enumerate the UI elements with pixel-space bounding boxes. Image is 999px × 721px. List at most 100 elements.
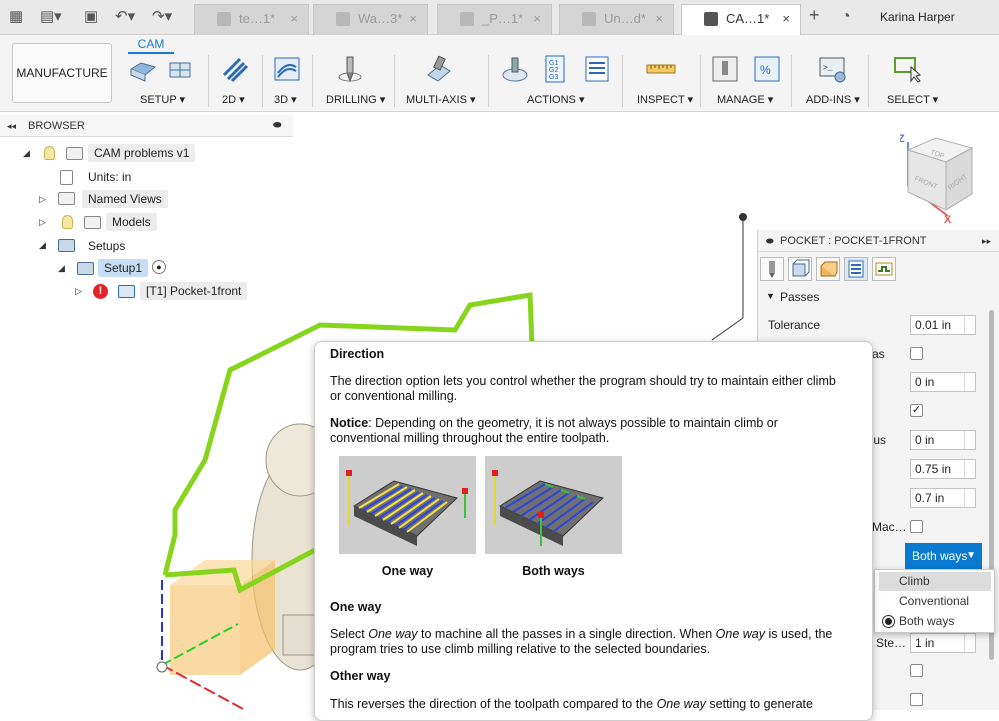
document-icon (460, 12, 474, 26)
value-input[interactable]: 0.7 in (910, 488, 976, 508)
divider (208, 55, 209, 107)
divider (394, 55, 395, 107)
direction-help-tooltip: Direction The direction option lets you … (314, 341, 873, 721)
option-checkbox[interactable] (910, 520, 923, 533)
document-tab[interactable]: Wa…3* × (313, 4, 428, 35)
redo-icon[interactable]: ↷▾ (152, 9, 172, 25)
document-tab[interactable]: te…1* × (194, 4, 309, 35)
close-icon[interactable]: × (533, 5, 541, 33)
tool-icon (769, 261, 775, 278)
section-passes[interactable]: Passes (780, 290, 819, 304)
stepover-input[interactable]: 1 in (910, 633, 976, 653)
option-climb[interactable]: Climb (879, 572, 991, 591)
select-group[interactable]: SELECT ▾ (887, 93, 938, 106)
setup-icon[interactable] (128, 55, 158, 83)
dialog-header: ⬬ POCKET : POCKET-1FRONT ▸▸ (758, 230, 999, 252)
tolerance-input[interactable]: 0.01 in (910, 315, 976, 335)
measure-icon[interactable] (646, 55, 676, 83)
close-icon[interactable]: × (290, 5, 298, 33)
save-icon[interactable]: ▣ (84, 9, 98, 25)
close-icon[interactable]: × (782, 5, 790, 33)
section-collapse-icon[interactable]: ▼ (766, 291, 775, 301)
viewcube-x-label: X (944, 214, 952, 224)
post-process-icon[interactable]: G1G2G3 (540, 55, 570, 83)
dialog-menu-icon[interactable]: ⬬ (766, 230, 774, 252)
expand-icon[interactable]: ▸▸ (982, 230, 991, 252)
tab-passes[interactable] (844, 257, 868, 281)
option-checkbox[interactable] (910, 664, 923, 677)
linking-icon (875, 262, 893, 276)
document-icon (582, 12, 596, 26)
actions-group[interactable]: ACTIONS ▾ (527, 93, 584, 106)
plus-icon[interactable]: + (809, 6, 820, 24)
heading-one-way: One way (330, 600, 382, 614)
geometry-icon (792, 259, 810, 277)
tab-tool[interactable] (760, 257, 784, 281)
option-label-partial: as (872, 347, 885, 361)
leader-point[interactable] (739, 213, 747, 221)
origin-point[interactable] (156, 661, 168, 673)
grid-icon[interactable]: ▦ (9, 9, 23, 25)
inspect-group[interactable]: INSPECT ▾ (637, 93, 693, 106)
option-checkbox[interactable] (910, 693, 923, 706)
user-name[interactable]: Karina Harper (880, 10, 955, 24)
setup-sheet-icon[interactable] (582, 55, 612, 83)
workspace-selector[interactable]: MANUFACTURE ▾ (12, 43, 112, 138)
document-tab-active[interactable]: CA…1* × (681, 4, 801, 35)
2d-pocket-icon[interactable] (220, 55, 250, 83)
close-icon[interactable]: × (655, 5, 663, 33)
simulate-icon[interactable] (500, 55, 530, 83)
document-tab[interactable]: Un…d* × (559, 4, 674, 35)
tab-cam[interactable]: CAM (128, 37, 174, 54)
one-way-diagram (339, 456, 476, 554)
3d-adaptive-icon[interactable] (272, 55, 302, 83)
drilling-group[interactable]: DRILLING ▾ (326, 93, 385, 106)
title-bar: ▦ ▤▾ ▣ ↶▾ ↷▾ te…1* × Wa…3* × _P…1* × Un…d* ×… (0, 0, 999, 35)
viewcube[interactable]: Z X TOP FRONT RIGHT (900, 128, 978, 224)
add-ins-icon[interactable]: >_ (818, 55, 848, 83)
drilling-icon[interactable] (335, 55, 365, 83)
2d-group[interactable]: 2D ▾ (222, 93, 245, 106)
option-checkbox[interactable] (910, 347, 923, 360)
select-icon[interactable] (893, 55, 923, 83)
tab-geometry[interactable] (788, 257, 812, 281)
heading-other-way: Other way (330, 669, 391, 683)
undo-icon[interactable]: ↶▾ (115, 9, 135, 25)
file-icon[interactable]: ▤▾ (40, 9, 62, 25)
tab-heights[interactable] (816, 257, 840, 281)
direction-dropdown-menu: Climb Conventional Both ways (874, 569, 995, 633)
stock-icon[interactable] (166, 55, 196, 83)
tooltip-notice: Notice: Depending on the geometry, it is… (330, 416, 778, 445)
value-input[interactable]: 0.75 in (910, 459, 976, 479)
value-input[interactable]: 0 in (910, 372, 976, 392)
clock-icon[interactable]: ◔ (841, 9, 851, 25)
svg-text:G2: G2 (549, 67, 558, 74)
svg-text:%: % (760, 63, 771, 77)
multi-axis-group[interactable]: MULTI-AXIS ▾ (406, 93, 476, 106)
document-tab[interactable]: _P…1* × (437, 4, 552, 35)
svg-text:G3: G3 (549, 74, 558, 81)
tooltip-title: Direction (330, 347, 385, 361)
tool-library-icon[interactable] (710, 55, 740, 83)
multi-axis-icon[interactable] (424, 55, 454, 83)
part-neck (282, 614, 318, 656)
3d-group[interactable]: 3D ▾ (274, 93, 297, 106)
direction-dropdown[interactable]: Both ways ▼ (905, 543, 982, 569)
divider (488, 55, 489, 107)
option-checkbox-checked[interactable]: ✓ (910, 404, 923, 417)
post-library-icon[interactable]: % (752, 55, 782, 83)
close-icon[interactable]: × (409, 5, 417, 33)
one-way-description: Select One way to machine all the passes… (330, 627, 833, 656)
add-ins-group[interactable]: ADD-INS ▾ (806, 93, 860, 106)
tab-linking[interactable] (872, 257, 896, 281)
leader-line (711, 317, 744, 341)
svg-text:G1: G1 (549, 60, 558, 67)
chevron-down-icon: ▼ (966, 550, 976, 561)
one-way-caption: One way (381, 564, 434, 578)
setup-group[interactable]: SETUP ▾ (140, 93, 185, 106)
option-conventional[interactable]: Conventional (879, 592, 991, 611)
option-both-ways[interactable]: Both ways (879, 612, 991, 631)
tooltip-intro: The direction option lets you control wh… (330, 374, 836, 403)
radius-input[interactable]: 0 in (910, 430, 976, 450)
manage-group[interactable]: MANAGE ▾ (717, 93, 773, 106)
